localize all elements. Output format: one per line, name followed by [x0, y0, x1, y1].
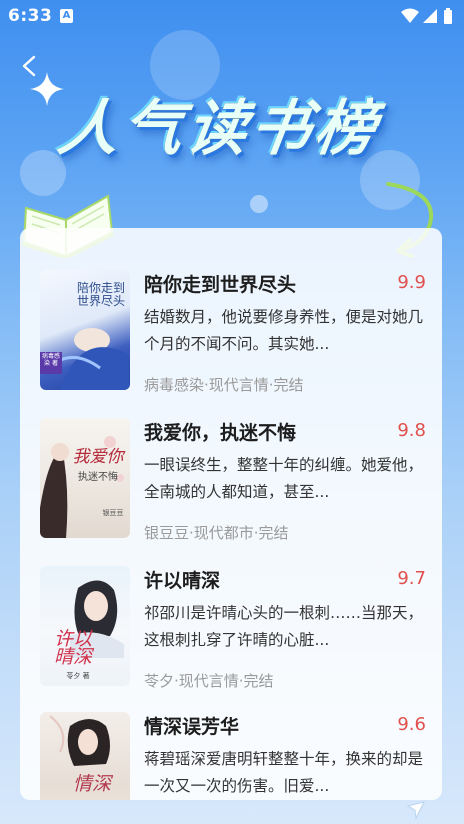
book-item[interactable]: 情深 情深误芳华 9.6 蒋碧瑶深爱唐明轩整整十年，换来的却是一次又一次的伤害。…	[40, 712, 430, 800]
book-description: 结婚数月，他说要修身养性，便是对她几个月的不闻不问。其实她...	[144, 308, 424, 353]
status-bar: 6:33 A	[0, 0, 464, 32]
cover-author: 苓夕 著	[66, 672, 90, 680]
book-description: 一眼误终生，整整十年的纠缠。她爱他，全南城的人都知道，甚至...	[144, 456, 424, 501]
cover-author: 病毒感染 著	[41, 353, 60, 367]
status-icons	[400, 6, 456, 26]
wifi-icon	[401, 8, 419, 23]
book-score: 9.8	[397, 420, 426, 441]
book-meta: 银豆豆·现代都市·完结	[144, 524, 289, 542]
book-item[interactable]: 我爱你 执迷不悔 银豆豆 我爱你，执迷不悔 9.8 一眼误终生，整整十年的纠缠。…	[40, 418, 430, 550]
cover-illustration	[70, 580, 124, 658]
book-meta: 苓夕·现代言情·完结	[144, 672, 274, 690]
cover-title: 我爱你	[72, 447, 124, 467]
book-title: 许以晴深	[144, 570, 221, 592]
book-score: 9.9	[397, 272, 426, 293]
book-score: 9.7	[397, 568, 426, 589]
cover-title: 情深	[72, 773, 111, 795]
book-title: 情深误芳华	[144, 716, 240, 738]
cover-title: 许以晴深	[53, 628, 92, 669]
book-item[interactable]: 陪你走到世界尽头 病毒感染 著 陪你走到世界尽头 9.9 结婚数月，他说要修身养…	[40, 270, 430, 402]
sparkle-icon	[30, 72, 64, 106]
cover-subtitle: 执迷不悔	[78, 472, 118, 483]
signal-icon	[423, 9, 437, 23]
book-title: 我爱你，执迷不悔	[144, 422, 297, 444]
bokeh-decoration	[250, 195, 268, 213]
page-title: 人气读书榜	[53, 94, 384, 164]
book-item[interactable]: 许以晴深 苓夕 著 许以晴深 9.7 祁邵川是许晴心头的一根刺……当那天，这根刺…	[40, 566, 430, 698]
book-score: 9.6	[397, 714, 426, 735]
book-description: 蒋碧瑶深爱唐明轩整整十年，换来的却是一次又一次的伤害。旧爱...	[144, 750, 424, 795]
book-title: 陪你走到世界尽头	[144, 274, 297, 296]
book-cover: 许以晴深 苓夕 著	[40, 566, 130, 686]
book-meta: 病毒感染·现代言情·完结	[144, 376, 304, 394]
cover-author: 银豆豆	[102, 509, 124, 517]
book-cover: 我爱你 执迷不悔 银豆豆	[40, 418, 130, 538]
paper-plane-icon	[406, 801, 425, 820]
ranking-card: 陪你走到世界尽头 病毒感染 著 陪你走到世界尽头 9.9 结婚数月，他说要修身养…	[20, 228, 442, 800]
cover-title: 陪你走到世界尽头	[76, 281, 125, 309]
battery-icon	[444, 8, 452, 24]
book-description: 祁邵川是许晴心头的一根刺……当那天，这根刺扎穿了许晴的心脏...	[144, 604, 424, 649]
notification-a-icon: A	[60, 9, 73, 23]
book-cover: 陪你走到世界尽头 病毒感染 著	[40, 270, 130, 390]
book-cover: 情深	[40, 712, 130, 800]
status-time: 6:33	[8, 6, 53, 26]
